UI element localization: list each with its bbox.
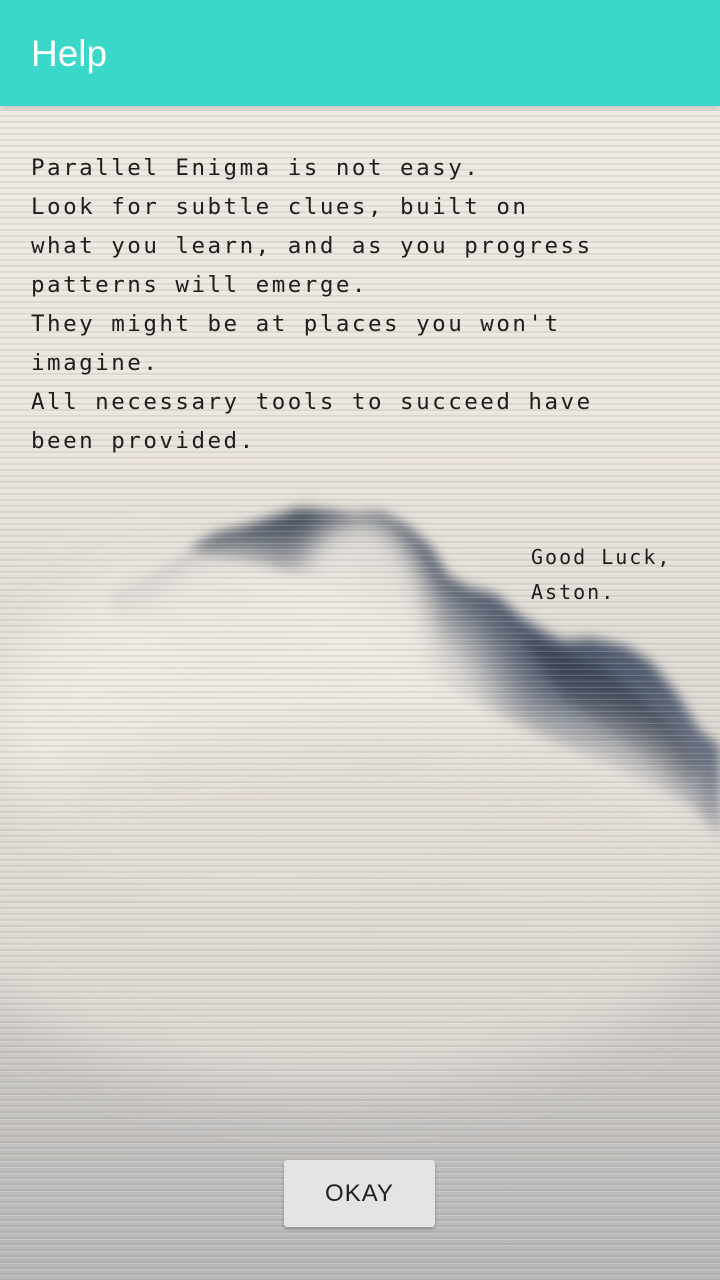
help-line: Look for subtle clues, built on bbox=[31, 194, 529, 220]
signoff-greeting: Good Luck, bbox=[531, 545, 672, 569]
page-title: Help bbox=[31, 33, 108, 74]
help-line: Parallel Enigma is not easy. bbox=[31, 155, 481, 181]
help-line: All necessary tools to succeed have bbox=[31, 389, 593, 415]
help-message: Parallel Enigma is not easy. Look for su… bbox=[31, 149, 691, 461]
help-line: what you learn, and as you progress bbox=[31, 233, 593, 259]
help-line: imagine. bbox=[31, 350, 160, 376]
help-line: patterns will emerge. bbox=[31, 272, 368, 298]
app-bar: Help bbox=[0, 0, 720, 106]
help-line: been provided. bbox=[31, 428, 256, 454]
signoff: Good Luck, Aston. bbox=[531, 540, 671, 610]
okay-button[interactable]: OKAY bbox=[284, 1160, 435, 1227]
help-content: Parallel Enigma is not easy. Look for su… bbox=[0, 106, 720, 1280]
signoff-name: Aston. bbox=[531, 580, 616, 604]
help-line: They might be at places you won't bbox=[31, 311, 561, 337]
